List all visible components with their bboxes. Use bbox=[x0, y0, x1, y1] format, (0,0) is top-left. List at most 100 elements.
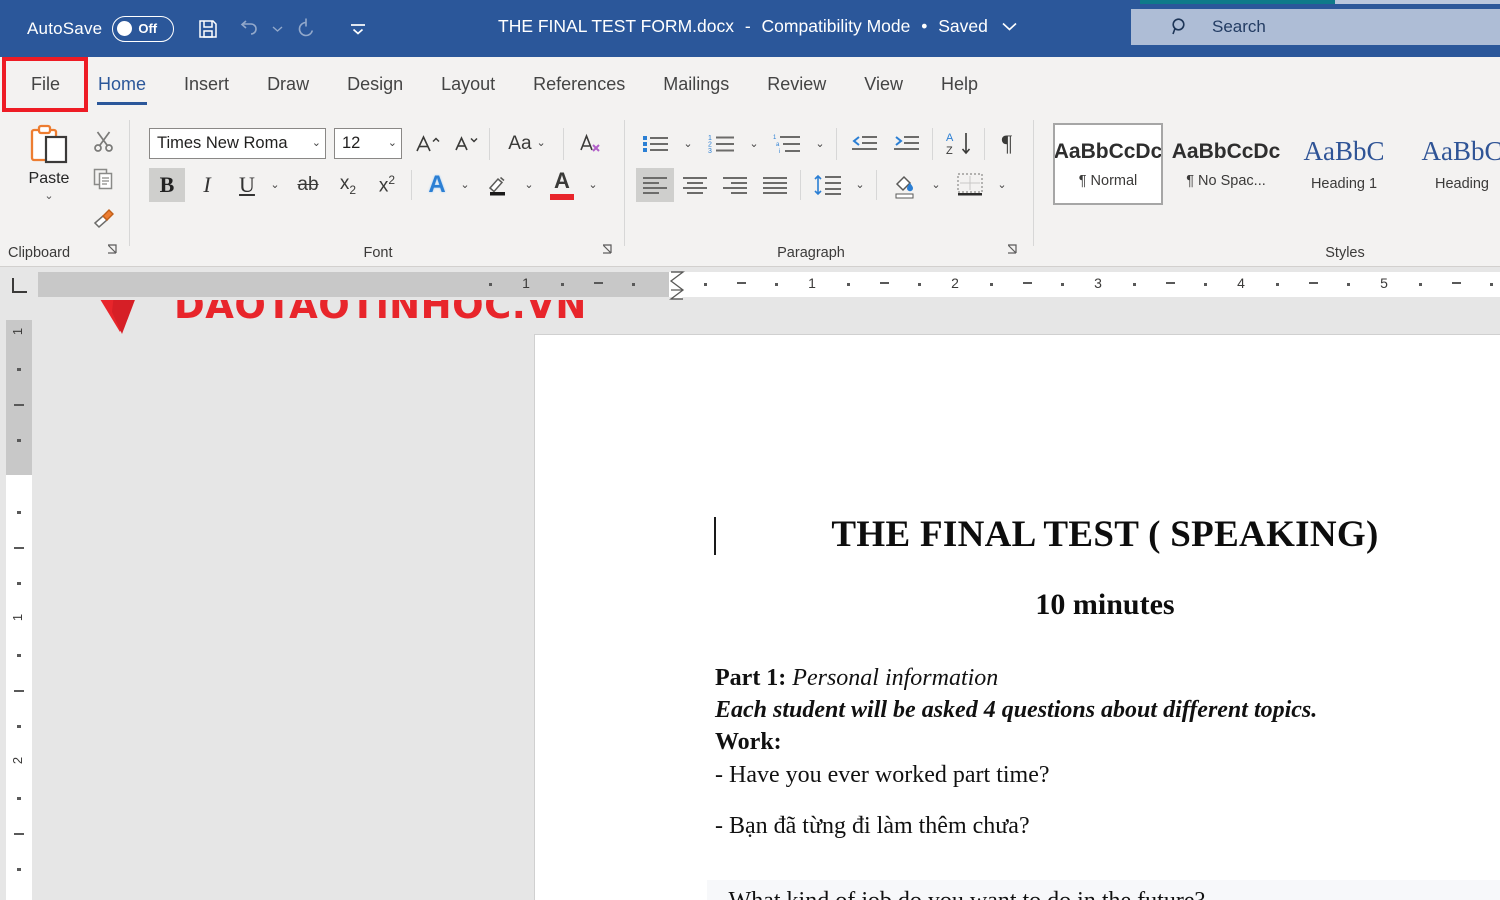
tab-stop-left-icon[interactable] bbox=[0, 267, 38, 303]
bullets-icon[interactable] bbox=[636, 128, 676, 160]
customize-quick-access-icon[interactable] bbox=[340, 11, 376, 47]
show-formatting-marks-icon[interactable]: ¶ bbox=[990, 128, 1024, 160]
undo-icon[interactable] bbox=[230, 11, 266, 47]
format-painter-icon[interactable] bbox=[84, 198, 124, 236]
decrease-indent-icon[interactable] bbox=[844, 128, 884, 160]
sort-az-icon[interactable]: A Z bbox=[940, 126, 980, 162]
watermark-text: DAOTAOTiNHOC.VN bbox=[174, 300, 587, 327]
style-tile-normal[interactable]: AaBbCcDc ¶ Normal bbox=[1053, 123, 1163, 205]
vertical-ruler[interactable]: 112 bbox=[6, 320, 32, 900]
font-dialog-launcher-icon[interactable] bbox=[601, 243, 614, 259]
font-name-chevron-down-icon[interactable]: ⌄ bbox=[312, 138, 321, 149]
paragraph-dialog-launcher-icon[interactable] bbox=[1006, 243, 1019, 259]
text-highlight-color-icon[interactable] bbox=[479, 168, 517, 202]
underline-icon[interactable]: U bbox=[229, 168, 265, 202]
justify-icon[interactable] bbox=[756, 168, 794, 202]
italic-icon[interactable]: I bbox=[189, 168, 225, 202]
shrink-font-icon[interactable] bbox=[449, 128, 483, 159]
search-input[interactable]: Search bbox=[1131, 9, 1500, 45]
shading-chevron-down-icon[interactable]: ⌄ bbox=[926, 168, 946, 202]
font-color-chevron-down-icon[interactable]: ⌄ bbox=[583, 168, 603, 202]
strikethrough-icon[interactable]: ab bbox=[289, 168, 327, 202]
paste-button[interactable]: Paste ⌄ bbox=[14, 122, 84, 202]
superscript-icon[interactable]: x2 bbox=[369, 168, 405, 202]
ruler-margin-left bbox=[38, 272, 669, 297]
font-divider-2 bbox=[563, 128, 564, 160]
text-effects-chevron-down-icon[interactable]: ⌄ bbox=[455, 168, 475, 202]
tab-view[interactable]: View bbox=[845, 57, 922, 112]
style-name-heading-1: Heading 1 bbox=[1311, 176, 1377, 192]
cut-scissors-icon[interactable] bbox=[84, 122, 124, 160]
highlight-chevron-down-icon[interactable]: ⌄ bbox=[519, 168, 539, 202]
redo-icon[interactable] bbox=[288, 11, 324, 47]
tab-draw[interactable]: Draw bbox=[248, 57, 328, 112]
document-title[interactable]: THE FINAL TEST FORM.docx - Compatibility… bbox=[498, 16, 1018, 37]
group-divider bbox=[1033, 120, 1034, 246]
multilevel-list-icon[interactable]: 1 a i bbox=[768, 128, 808, 160]
align-center-icon[interactable] bbox=[676, 168, 714, 202]
ruler-tick bbox=[1419, 283, 1422, 286]
svg-text:Z: Z bbox=[946, 145, 953, 157]
numbering-chevron-down-icon[interactable]: ⌄ bbox=[744, 128, 764, 160]
ruler-tick bbox=[880, 282, 889, 284]
line-spacing-chevron-down-icon[interactable]: ⌄ bbox=[850, 168, 870, 202]
increase-indent-icon[interactable] bbox=[886, 128, 926, 160]
line-spacing-icon[interactable] bbox=[808, 168, 848, 202]
para-divider-3 bbox=[984, 128, 985, 160]
tab-home[interactable]: Home bbox=[79, 57, 165, 112]
bold-icon[interactable]: B bbox=[149, 168, 185, 202]
saved-status-label: Saved bbox=[938, 16, 988, 36]
ruler-tick bbox=[704, 283, 707, 286]
change-case-icon[interactable]: Aa ⌄ bbox=[497, 128, 557, 159]
document-canvas[interactable]: THE FINAL TEST ( SPEAKING) 10 minutes Pa… bbox=[38, 300, 1500, 900]
clipboard-dialog-launcher-icon[interactable] bbox=[106, 243, 119, 259]
ruler-tick bbox=[847, 283, 850, 286]
bold-label: B bbox=[160, 172, 175, 198]
font-name-input[interactable]: Times New Roma ⌄ bbox=[149, 128, 326, 159]
font-color-icon[interactable]: A bbox=[543, 166, 581, 204]
title-chevron-down-icon[interactable] bbox=[1001, 16, 1018, 36]
underline-chevron-down-icon[interactable]: ⌄ bbox=[265, 168, 285, 202]
autosave-label: AutoSave bbox=[27, 19, 102, 39]
autosave-toggle[interactable]: Off bbox=[112, 16, 174, 42]
align-left-icon[interactable] bbox=[636, 168, 674, 202]
font-divider-1 bbox=[489, 128, 490, 160]
tab-layout[interactable]: Layout bbox=[422, 57, 514, 112]
grow-font-icon[interactable] bbox=[411, 128, 445, 159]
tab-mailings[interactable]: Mailings bbox=[644, 57, 748, 112]
font-size-chevron-down-icon[interactable]: ⌄ bbox=[388, 138, 397, 149]
borders-icon[interactable] bbox=[950, 166, 990, 204]
tab-design[interactable]: Design bbox=[328, 57, 422, 112]
subscript-icon[interactable]: x2 bbox=[330, 168, 366, 202]
text-effects-icon[interactable]: A bbox=[419, 168, 455, 202]
copy-icon[interactable] bbox=[84, 160, 124, 198]
undo-dropdown-chevron-down-icon[interactable] bbox=[270, 11, 284, 47]
horizontal-ruler[interactable]: 112345 bbox=[38, 270, 1500, 300]
align-right-icon[interactable] bbox=[716, 168, 754, 202]
indent-marker-icon[interactable] bbox=[669, 270, 685, 303]
tab-file[interactable]: File bbox=[12, 57, 79, 112]
document-page[interactable]: THE FINAL TEST ( SPEAKING) 10 minutes Pa… bbox=[534, 334, 1500, 900]
compatibility-mode-label: Compatibility Mode bbox=[762, 16, 911, 36]
numbering-icon[interactable]: 1 2 3 bbox=[702, 128, 742, 160]
clear-formatting-icon[interactable] bbox=[571, 128, 611, 159]
multilevel-chevron-down-icon[interactable]: ⌄ bbox=[810, 128, 830, 160]
style-tile-heading-1[interactable]: AaBbC Heading 1 bbox=[1289, 123, 1399, 205]
underline-label: U bbox=[239, 172, 255, 198]
style-tile-no-spacing[interactable]: AaBbCcDc ¶ No Spac... bbox=[1171, 123, 1281, 205]
tab-insert[interactable]: Insert bbox=[165, 57, 248, 112]
style-tile-heading-2[interactable]: AaBbC Heading bbox=[1407, 123, 1500, 205]
shading-icon[interactable] bbox=[884, 166, 924, 204]
group-divider bbox=[129, 120, 130, 246]
font-name-value: Times New Roma bbox=[157, 134, 312, 153]
borders-chevron-down-icon[interactable]: ⌄ bbox=[992, 168, 1012, 202]
paste-chevron-down-icon[interactable]: ⌄ bbox=[44, 189, 53, 202]
save-icon[interactable] bbox=[190, 11, 226, 47]
document-line-part1: Part 1: Personal information bbox=[715, 665, 998, 692]
part1-label: Part 1: bbox=[715, 665, 786, 691]
tab-references[interactable]: References bbox=[514, 57, 644, 112]
tab-review[interactable]: Review bbox=[748, 57, 845, 112]
tab-help[interactable]: Help bbox=[922, 57, 997, 112]
font-size-input[interactable]: 12 ⌄ bbox=[334, 128, 402, 159]
bullets-chevron-down-icon[interactable]: ⌄ bbox=[678, 128, 698, 160]
